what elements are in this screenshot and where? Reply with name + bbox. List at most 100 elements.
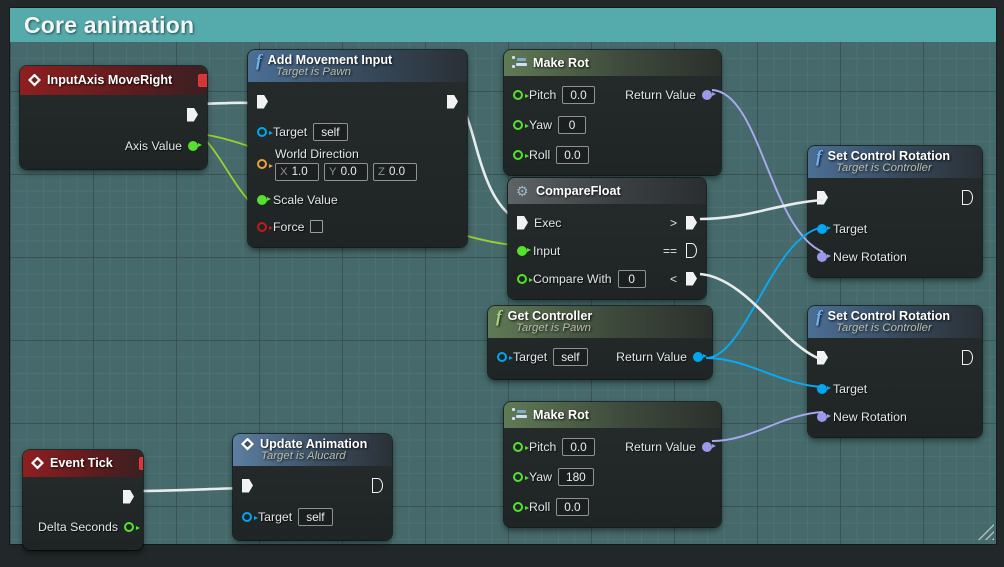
node-make-rot-top[interactable]: Make Rot Pitch 0.0 Return Value Yaw 0 Ro… — [504, 50, 721, 175]
world-direction-z[interactable]: Z 0.0 — [373, 163, 417, 181]
pin-row-target[interactable]: Target — [808, 377, 982, 400]
target-input-pin[interactable] — [242, 511, 258, 522]
exec-output-pin[interactable] — [447, 94, 458, 109]
node-set-control-rotation-top[interactable]: f Set Control Rotation Target is Control… — [808, 146, 982, 277]
world-direction-x[interactable]: X 1.0 — [275, 163, 319, 181]
pin-row-compare-with[interactable]: Compare With 0 < — [508, 267, 706, 290]
pin-row-scale-value[interactable]: Scale Value — [248, 188, 467, 211]
target-value[interactable]: self — [313, 122, 348, 141]
exec-input-pin[interactable] — [817, 190, 828, 205]
target-input-pin[interactable] — [817, 384, 831, 394]
axis-value-output-pin[interactable] — [188, 141, 202, 151]
node-compare-float[interactable]: ⚙ CompareFloat Exec > Input == Compare W… — [508, 178, 706, 299]
pin-label-input: Input — [533, 243, 561, 258]
node-subtitle: Target is Alucard — [261, 450, 346, 462]
pitch-value[interactable]: 0.0 — [562, 437, 595, 456]
pin-row-exec[interactable] — [248, 90, 467, 113]
target-input-pin[interactable] — [817, 224, 831, 234]
world-direction-y[interactable]: Y 0.0 — [324, 163, 368, 181]
pin-row-new-rotation[interactable]: New Rotation — [808, 405, 982, 428]
pin-row-input[interactable]: Input == — [508, 239, 706, 262]
pin-row-yaw[interactable]: Yaw 180 — [504, 465, 721, 488]
exec-input-pin[interactable] — [517, 215, 528, 230]
pin-row-pitch[interactable]: Pitch 0.0 Return Value — [504, 435, 721, 458]
force-input-pin[interactable] — [257, 221, 273, 232]
pin-row-exec-out[interactable] — [23, 485, 143, 508]
target-value[interactable]: self — [298, 507, 333, 526]
scale-value-input-pin[interactable] — [257, 195, 271, 205]
delta-seconds-output-pin[interactable] — [124, 521, 140, 532]
pitch-input-pin[interactable] — [513, 89, 529, 100]
blueprint-graph-canvas[interactable]: Core animation InputAxis MoveRight Axis … — [0, 0, 1004, 567]
return-value-output-pin[interactable] — [702, 90, 716, 100]
return-value-output-pin[interactable] — [702, 442, 716, 452]
compare-with-value[interactable]: 0 — [617, 269, 646, 288]
node-event-tick[interactable]: Event Tick Delta Seconds — [23, 450, 143, 550]
node-get-controller[interactable]: f Get Controller Target is Pawn Target s… — [488, 306, 712, 379]
comment-resize-grip[interactable] — [972, 518, 994, 540]
exec-input-pin[interactable] — [257, 94, 268, 109]
pin-row-target[interactable]: Target self — [248, 120, 467, 143]
compare-with-input-pin[interactable] — [517, 273, 533, 284]
pin-row-exec[interactable] — [808, 186, 982, 209]
exec-output-less-pin[interactable] — [686, 271, 697, 286]
roll-input-pin[interactable] — [513, 501, 529, 512]
node-add-movement-input[interactable]: f Add Movement Input Target is Pawn Targ… — [248, 50, 467, 247]
pin-label-greater: > — [669, 215, 677, 230]
new-rotation-input-pin[interactable] — [817, 412, 831, 422]
world-direction-input-pin[interactable] — [257, 159, 273, 169]
pin-row-pitch[interactable]: Pitch 0.0 Return Value — [504, 83, 721, 106]
exec-output-pin[interactable] — [372, 478, 383, 493]
pitch-input-pin[interactable] — [513, 441, 529, 452]
exec-output-greater-pin[interactable] — [686, 215, 697, 230]
pin-row-force[interactable]: Force — [248, 215, 467, 238]
roll-value[interactable]: 0.0 — [556, 497, 589, 516]
rotator-icon — [512, 56, 527, 69]
pin-row-new-rotation[interactable]: New Rotation — [808, 245, 982, 268]
pin-label-world-direction: World Direction — [275, 147, 359, 161]
roll-input-pin[interactable] — [513, 149, 529, 160]
node-update-animation[interactable]: Update Animation Target is Alucard Targe… — [233, 434, 392, 540]
node-make-rot-bottom[interactable]: Make Rot Pitch 0.0 Return Value Yaw 180 … — [504, 402, 721, 527]
target-value[interactable]: self — [553, 347, 588, 366]
yaw-input-pin[interactable] — [513, 119, 529, 130]
exec-input-pin[interactable] — [242, 478, 253, 493]
exec-output-pin[interactable] — [187, 107, 198, 122]
exec-output-equal-pin[interactable] — [686, 243, 697, 258]
pin-row-exec[interactable]: Exec > — [508, 211, 706, 234]
node-title: CompareFloat — [536, 183, 621, 198]
stop-icon[interactable] — [138, 456, 143, 470]
pitch-value[interactable]: 0.0 — [562, 85, 595, 104]
pin-row-exec-out[interactable] — [20, 103, 207, 126]
pin-row-roll[interactable]: Roll 0.0 — [504, 495, 721, 518]
force-checkbox[interactable] — [310, 220, 324, 233]
target-input-pin[interactable] — [257, 126, 273, 137]
exec-output-pin[interactable] — [962, 190, 973, 205]
pin-row-roll[interactable]: Roll 0.0 — [504, 143, 721, 166]
exec-input-pin[interactable] — [817, 350, 828, 365]
comment-title-bar[interactable]: Core animation — [10, 8, 996, 42]
pin-row-world-direction[interactable]: World Direction X 1.0 Y 0.0 Z 0.0 — [248, 147, 467, 181]
node-input-axis-move-right[interactable]: InputAxis MoveRight Axis Value — [20, 66, 207, 169]
exec-output-pin[interactable] — [962, 350, 973, 365]
pin-row-axis-value[interactable]: Axis Value — [20, 134, 207, 157]
stop-icon[interactable] — [198, 73, 207, 87]
roll-value[interactable]: 0.0 — [556, 145, 589, 164]
node-set-control-rotation-bottom[interactable]: f Set Control Rotation Target is Control… — [808, 306, 982, 437]
pin-label-return-value: Return Value — [616, 349, 687, 364]
input-pin[interactable] — [517, 246, 531, 256]
new-rotation-input-pin[interactable] — [817, 252, 831, 262]
pin-row-target[interactable]: Target self — [233, 505, 392, 528]
pin-row-delta-seconds[interactable]: Delta Seconds — [23, 515, 143, 538]
return-value-output-pin[interactable] — [693, 352, 707, 362]
pin-row-target[interactable]: Target self Return Value — [488, 345, 712, 368]
yaw-value[interactable]: 180 — [558, 467, 594, 486]
pin-row-exec[interactable] — [233, 474, 392, 497]
pin-row-yaw[interactable]: Yaw 0 — [504, 113, 721, 136]
exec-output-pin[interactable] — [123, 489, 134, 504]
yaw-value[interactable]: 0 — [558, 115, 587, 134]
pin-row-exec[interactable] — [808, 346, 982, 369]
pin-row-target[interactable]: Target — [808, 217, 982, 240]
yaw-input-pin[interactable] — [513, 471, 529, 482]
target-input-pin[interactable] — [497, 351, 513, 362]
